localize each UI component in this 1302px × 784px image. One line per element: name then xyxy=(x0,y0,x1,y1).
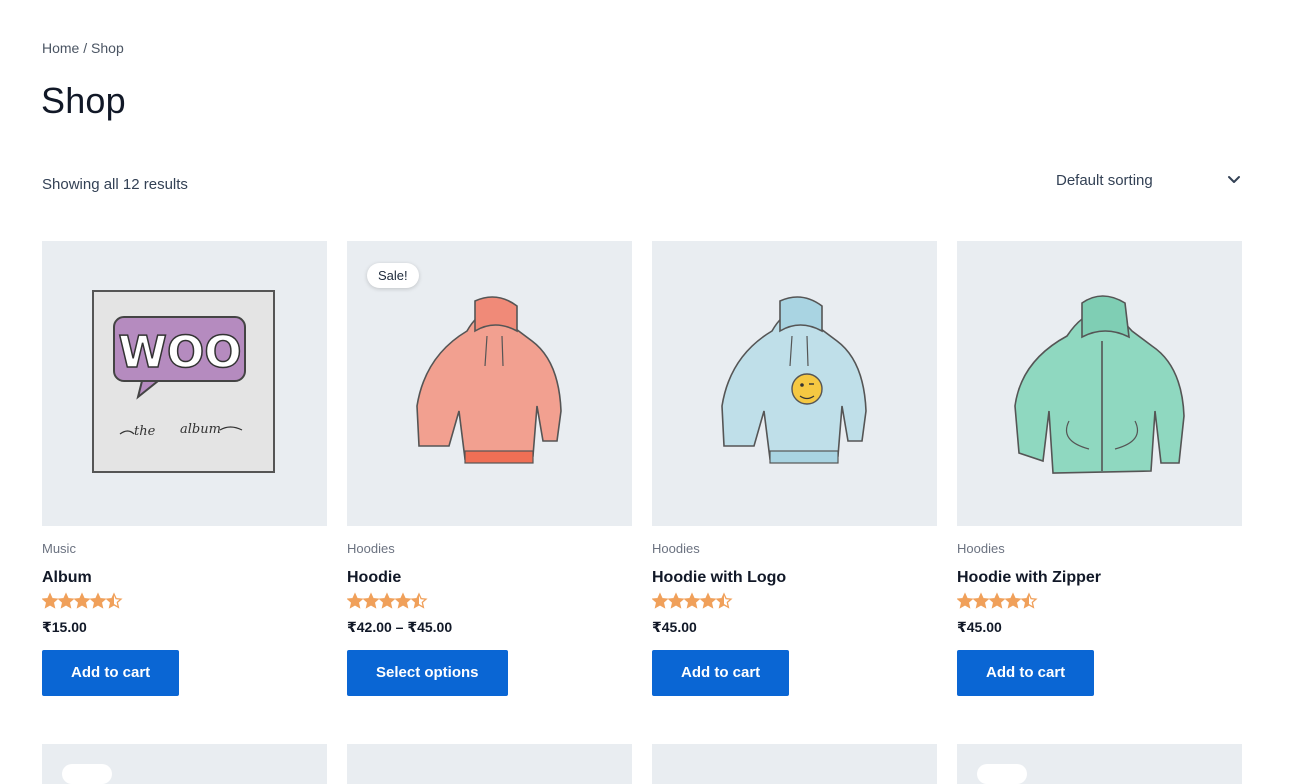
product-image-album[interactable]: WOO the album xyxy=(42,241,327,526)
product-category[interactable]: Music xyxy=(42,541,76,556)
star-icon xyxy=(73,592,91,609)
product-category[interactable]: Hoodies xyxy=(957,541,1005,556)
product-image-next-row[interactable] xyxy=(652,744,937,784)
chevron-down-icon xyxy=(1228,176,1240,183)
star-icon xyxy=(715,592,733,609)
star-rating-icons xyxy=(346,592,428,609)
star-icon xyxy=(972,592,990,609)
star-icon xyxy=(394,592,412,609)
select-options-button[interactable]: Select options xyxy=(347,650,508,696)
product-image-hoodie-with-logo[interactable] xyxy=(652,241,937,526)
product-card: Hoodies Hoodie with Logo ₹45.00 Add to c… xyxy=(651,241,937,696)
star-rating-icons xyxy=(41,592,123,609)
star-icon xyxy=(410,592,428,609)
star-icon xyxy=(667,592,685,609)
product-title[interactable]: Hoodie xyxy=(347,569,401,587)
product-image-next-row[interactable] xyxy=(347,744,632,784)
star-icon xyxy=(1004,592,1022,609)
sale-badge: Sale! xyxy=(367,263,419,288)
breadcrumb-home-link[interactable]: Home xyxy=(42,40,79,56)
product-category[interactable]: Hoodies xyxy=(652,541,700,556)
star-rating-icons xyxy=(651,592,733,609)
product-card: WOO the album Music Album ₹15.00 Add to … xyxy=(41,241,327,696)
product-image-hoodie[interactable]: Sale! xyxy=(347,241,632,526)
star-icon xyxy=(41,592,59,609)
product-price: ₹45.00 xyxy=(957,619,1002,635)
sorting-select[interactable]: Default sorting xyxy=(1056,172,1242,194)
page-title: Shop xyxy=(41,80,126,121)
add-to-cart-button[interactable]: Add to cart xyxy=(42,650,180,696)
star-icon xyxy=(651,592,669,609)
star-rating xyxy=(651,592,734,610)
star-icon xyxy=(346,592,364,609)
star-icon xyxy=(378,592,396,609)
breadcrumb-separator: / xyxy=(79,40,92,56)
star-rating xyxy=(346,592,429,610)
star-icon xyxy=(89,592,107,609)
product-title[interactable]: Hoodie with Zipper xyxy=(957,569,1101,587)
star-icon xyxy=(1020,592,1038,609)
add-to-cart-button[interactable]: Add to cart xyxy=(652,650,790,696)
svg-text:album: album xyxy=(180,422,221,437)
star-icon xyxy=(362,592,380,609)
add-to-cart-button[interactable]: Add to cart xyxy=(957,650,1095,696)
sorting-selected-label: Default sorting xyxy=(1056,172,1153,189)
star-icon xyxy=(57,592,75,609)
star-rating xyxy=(956,592,1039,610)
product-title[interactable]: Hoodie with Logo xyxy=(652,569,786,587)
product-price: ₹15.00 xyxy=(42,619,87,635)
product-image-hoodie-with-zipper[interactable] xyxy=(957,241,1242,526)
product-image-next-row[interactable] xyxy=(957,744,1242,784)
breadcrumb: Home / Shop xyxy=(42,40,124,56)
product-price: ₹42.00 – ₹45.00 xyxy=(347,619,453,635)
star-icon xyxy=(105,592,123,609)
star-icon xyxy=(956,592,974,609)
sale-badge xyxy=(977,764,1027,784)
product-price: ₹45.00 xyxy=(652,619,697,635)
product-category[interactable]: Hoodies xyxy=(347,541,395,556)
sale-badge xyxy=(62,764,112,784)
product-image-next-row[interactable] xyxy=(42,744,327,784)
product-card: Sale! Hoodies Hoodie ₹42.00 – ₹45.00 Sel… xyxy=(346,241,632,696)
star-icon xyxy=(683,592,701,609)
product-card: Hoodies Hoodie with Zipper ₹45.00 Add to… xyxy=(956,241,1242,696)
result-count: Showing all 12 results xyxy=(42,176,188,193)
star-rating-icons xyxy=(956,592,1038,609)
svg-text:WOO: WOO xyxy=(118,327,241,378)
star-icon xyxy=(988,592,1006,609)
star-icon xyxy=(699,592,717,609)
star-rating xyxy=(41,592,124,610)
product-title[interactable]: Album xyxy=(42,569,92,587)
breadcrumb-current: Shop xyxy=(91,40,124,56)
svg-text:the: the xyxy=(134,424,156,439)
